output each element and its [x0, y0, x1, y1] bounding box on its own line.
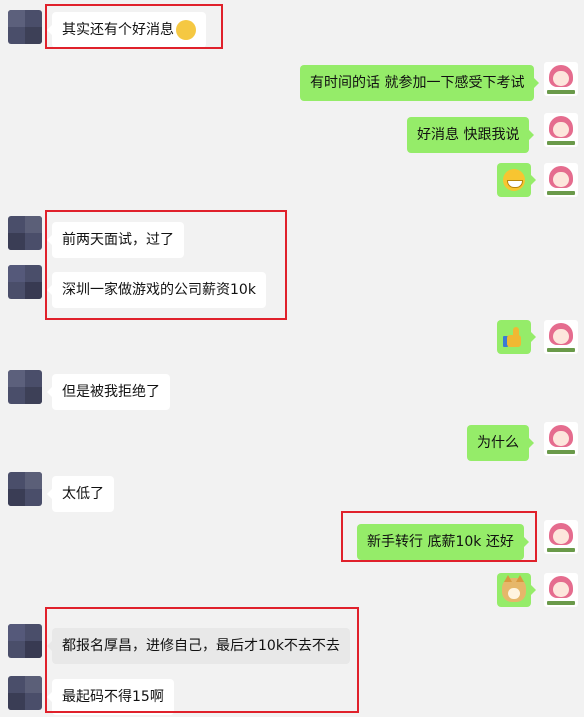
contact-avatar[interactable] — [8, 10, 42, 44]
message-text: 太低了 — [62, 486, 104, 502]
grin-emoji-icon — [503, 169, 525, 191]
my-avatar[interactable] — [544, 573, 578, 607]
my-avatar[interactable] — [544, 113, 578, 147]
my-avatar[interactable] — [544, 163, 578, 197]
message-text: 为什么 — [477, 435, 519, 451]
my-avatar[interactable] — [544, 62, 578, 96]
contact-avatar[interactable] — [8, 676, 42, 710]
message-bubble[interactable]: 为什么 — [467, 425, 534, 461]
thumbs-up-emoji-message[interactable] — [497, 320, 536, 354]
contact-avatar[interactable] — [8, 624, 42, 658]
my-avatar[interactable] — [544, 320, 578, 354]
contact-avatar[interactable] — [8, 472, 42, 506]
doge-emoji-icon — [502, 575, 526, 602]
message-text: 但是被我拒绝了 — [62, 384, 160, 400]
contact-avatar[interactable] — [8, 370, 42, 404]
my-avatar[interactable] — [544, 422, 578, 456]
my-avatar[interactable] — [544, 520, 578, 554]
doge-emoji-message[interactable] — [497, 573, 536, 607]
message-text: 有时间的话 就参加一下感受下考试 — [310, 75, 525, 91]
contact-avatar[interactable] — [8, 216, 42, 250]
message-bubble[interactable]: 太低了 — [47, 476, 114, 512]
highlight-box — [45, 607, 359, 713]
message-text: 好消息 快跟我说 — [417, 127, 520, 143]
highlight-box — [341, 511, 537, 562]
thumbs-up-emoji-icon — [503, 326, 523, 348]
message-bubble[interactable]: 有时间的话 就参加一下感受下考试 — [300, 65, 540, 101]
highlight-box — [45, 4, 223, 49]
highlight-box — [45, 210, 287, 320]
message-bubble[interactable]: 好消息 快跟我说 — [407, 117, 535, 153]
contact-avatar[interactable] — [8, 265, 42, 299]
grin-emoji-message[interactable] — [497, 163, 536, 197]
message-bubble[interactable]: 但是被我拒绝了 — [47, 374, 170, 410]
